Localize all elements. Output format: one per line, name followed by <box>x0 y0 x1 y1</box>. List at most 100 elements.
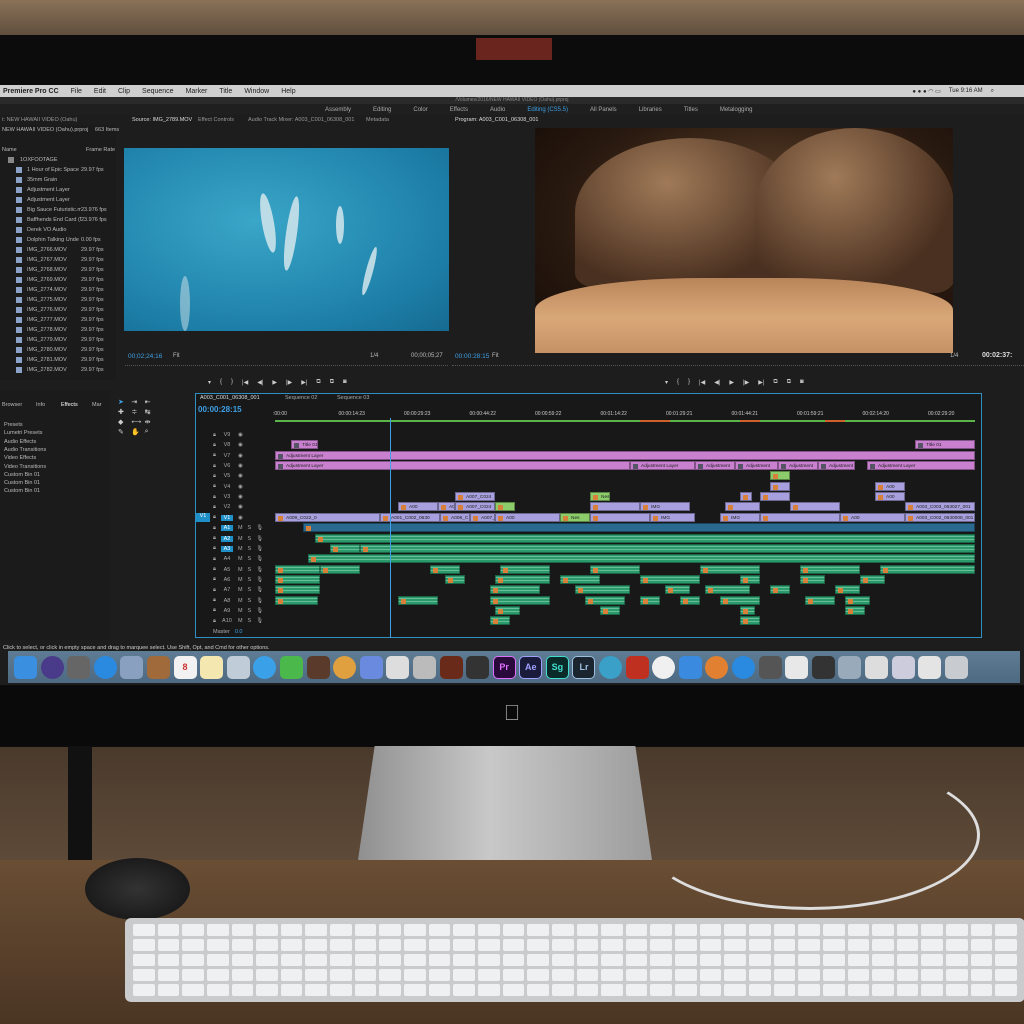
zoom-tool-icon[interactable]: ⌕ <box>145 428 158 438</box>
lock-icon[interactable]: 🔒︎ <box>213 597 216 604</box>
track-header-a6[interactable]: 🔒︎A6MS🎙︎ <box>213 575 273 585</box>
track-label[interactable]: A1 <box>221 525 233 531</box>
source-resolution-select[interactable]: 1/4 <box>370 353 378 359</box>
project-item[interactable]: IMG_2766.MOV29.97 fps <box>0 245 116 255</box>
track-label[interactable]: V8 <box>221 442 233 448</box>
lock-icon[interactable]: 🔒︎ <box>213 607 216 614</box>
track-header-v7[interactable]: 🔒︎V7◉ <box>213 451 273 461</box>
solo-icon[interactable]: S <box>248 536 252 542</box>
audio-clip[interactable] <box>740 606 755 615</box>
dock-keynote-charts[interactable] <box>360 656 383 679</box>
eye-icon[interactable]: ◉ <box>238 484 243 490</box>
source-transport-controls[interactable]: ▾{}|◀◀|▶|▶▶|⧉⧉◙ <box>208 379 347 386</box>
video-clip[interactable]: A003_C003_063027_001 <box>905 502 975 511</box>
pen-tool-icon[interactable]: ✎ <box>118 428 131 438</box>
mic-icon[interactable]: 🎙︎ <box>256 618 263 624</box>
source-monitor-video[interactable] <box>124 148 449 331</box>
track-label[interactable]: A2 <box>221 536 233 542</box>
track-label[interactable]: V7 <box>221 453 233 459</box>
eye-icon[interactable]: ◉ <box>238 442 243 448</box>
project-item[interactable]: IMG_2782.MOV29.97 fps <box>0 365 116 375</box>
mic-icon[interactable]: 🎙︎ <box>256 525 263 531</box>
project-item[interactable]: IMG_2775.MOV29.97 fps <box>0 295 116 305</box>
effects-tab[interactable]: Effects <box>61 402 78 408</box>
audio-clip[interactable] <box>330 544 360 553</box>
audio-clip[interactable] <box>770 585 790 594</box>
effects-tab[interactable]: Info <box>36 402 45 408</box>
effects-folder[interactable]: Audio Effects <box>4 439 36 445</box>
audio-clip[interactable] <box>585 596 625 605</box>
column-name[interactable]: Name <box>2 145 42 155</box>
sequence-tab[interactable]: A003_C001_06308_001 <box>200 395 260 401</box>
lock-icon[interactable]: 🔒︎ <box>213 473 216 480</box>
audio-clip[interactable] <box>680 596 700 605</box>
workspace-tab[interactable]: Audio <box>490 107 505 113</box>
mic-icon[interactable]: 🎙︎ <box>256 587 263 593</box>
dock-photo-booth[interactable] <box>307 656 330 679</box>
menu-window[interactable]: Window <box>244 88 269 95</box>
eye-icon[interactable]: ◉ <box>238 515 243 521</box>
dock-speedgrade[interactable]: Sg <box>546 656 569 679</box>
source-scrub-bar[interactable] <box>125 365 448 369</box>
adjustment-clip[interactable]: Title 01 <box>915 440 975 449</box>
effects-folder[interactable]: Custom Bin 01 <box>4 480 40 486</box>
dock-ibooks[interactable] <box>705 656 728 679</box>
video-clip[interactable]: A00 <box>438 502 455 511</box>
track-header-a2[interactable]: 🔒︎A2MS🎙︎ <box>213 534 273 544</box>
dock-document-3[interactable] <box>918 656 941 679</box>
video-clip[interactable]: A007_C024 <box>455 492 495 501</box>
track-label[interactable]: V1 <box>221 515 233 521</box>
menu-title[interactable]: Title <box>219 88 232 95</box>
adjustment-clip[interactable]: Adjustment <box>818 461 855 470</box>
audio-clip[interactable] <box>430 565 460 574</box>
dock-textedit[interactable] <box>386 656 409 679</box>
audio-clip[interactable] <box>275 565 320 574</box>
lock-icon[interactable]: 🔒︎ <box>213 432 216 439</box>
video-clip[interactable]: IMG <box>640 502 690 511</box>
adjustment-clip[interactable]: Adjustment <box>695 461 735 470</box>
project-item[interactable]: Baffhends End Card (N23.976 fps <box>0 215 116 225</box>
track-header-v9[interactable]: 🔒︎V9◉ <box>213 430 273 440</box>
slip-tool-icon[interactable]: ⟷ <box>131 418 144 428</box>
master-volume[interactable]: 0.0 <box>235 629 243 635</box>
dock-trash[interactable] <box>945 656 968 679</box>
audio-clip[interactable] <box>600 606 620 615</box>
mute-icon[interactable]: M <box>238 536 243 542</box>
sequence-tab[interactable]: Sequence 02 <box>285 395 317 401</box>
eye-icon[interactable]: ◉ <box>238 463 243 469</box>
solo-icon[interactable]: S <box>248 556 252 562</box>
project-item[interactable]: IMG_2781.MOV29.97 fps <box>0 355 116 365</box>
project-item[interactable]: Big Sauce Futuristic.m23.976 fps <box>0 205 116 215</box>
spotlight-icon[interactable]: ⌕ <box>991 88 994 95</box>
menu-marker[interactable]: Marker <box>186 88 208 95</box>
project-item[interactable]: 35mm Grain <box>0 175 116 185</box>
audio-clip[interactable] <box>315 534 975 543</box>
audio-clip[interactable] <box>495 606 520 615</box>
dock-siri[interactable] <box>41 656 64 679</box>
audio-clip[interactable] <box>303 523 975 532</box>
project-item[interactable]: IMG_2777.MOV29.97 fps <box>0 315 116 325</box>
adjustment-clip[interactable]: Adjustment <box>778 461 818 470</box>
mute-icon[interactable]: M <box>238 525 243 531</box>
mute-icon[interactable]: M <box>238 577 243 583</box>
dock-document-1[interactable] <box>865 656 888 679</box>
menu-help[interactable]: Help <box>281 88 295 95</box>
track-header-a4[interactable]: 🔒︎A4MS🎙︎ <box>213 554 273 564</box>
track-label[interactable]: A3 <box>221 546 233 552</box>
video-clip[interactable]: A00 <box>495 513 560 522</box>
dock-messages[interactable] <box>253 656 276 679</box>
master-track[interactable]: Master0.0 <box>213 627 273 637</box>
audio-clip[interactable] <box>720 596 760 605</box>
track-label[interactable]: V5 <box>221 473 233 479</box>
audio-clip[interactable] <box>845 596 870 605</box>
video-clip[interactable]: A009_C022_0 <box>275 513 380 522</box>
audio-clip[interactable] <box>275 585 320 594</box>
folder-row[interactable]: 1OXFOOTAGE <box>0 155 116 165</box>
effects-folder[interactable]: Lumetri Presets <box>4 430 43 436</box>
selection-tool-icon[interactable]: ➤ <box>118 398 131 408</box>
dock-compressor[interactable] <box>466 656 489 679</box>
audio-clip[interactable] <box>320 565 360 574</box>
eye-icon[interactable]: ◉ <box>238 504 243 510</box>
mic-icon[interactable]: 🎙︎ <box>256 608 263 614</box>
lock-icon[interactable]: 🔒︎ <box>213 535 216 542</box>
